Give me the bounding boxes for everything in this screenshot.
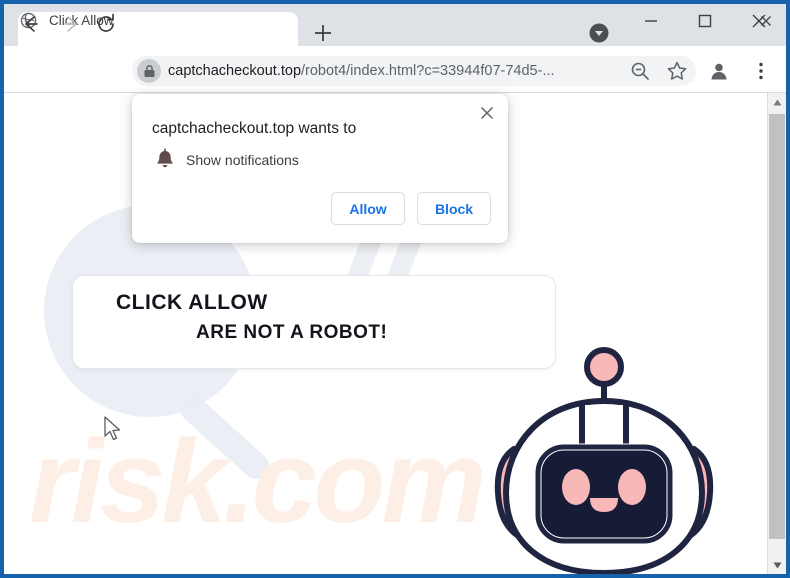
window-minimize-button[interactable] [634, 8, 668, 34]
window-close-button[interactable] [742, 8, 776, 34]
url-path: /robot4/index.html?c=33944f07-74d5-... [301, 63, 555, 79]
watermark-text: risk.com [29, 416, 486, 548]
address-bar-text: captchacheckout.top/robot4/index.html?c=… [168, 61, 555, 81]
scrollbar-up-arrow[interactable] [768, 93, 786, 111]
dialog-title: captchacheckout.top wants to [152, 120, 357, 137]
scrollbar-thumb[interactable] [769, 114, 785, 539]
allow-button[interactable]: Allow [331, 192, 405, 225]
zoom-out-icon[interactable] [629, 60, 651, 82]
profile-avatar-icon[interactable] [708, 60, 730, 82]
speech-bubble-tail [419, 365, 443, 399]
permission-item-label: Show notifications [186, 152, 299, 168]
star-icon[interactable] [666, 60, 688, 82]
mouse-cursor [103, 416, 123, 444]
block-button[interactable]: Block [417, 192, 491, 225]
dialog-close-icon[interactable] [476, 102, 498, 124]
tab-strip: Click Allow [4, 4, 786, 46]
download-indicator-icon[interactable] [588, 22, 610, 44]
url-domain: captchacheckout.top [168, 63, 302, 79]
bell-icon [154, 148, 176, 170]
window-maximize-button[interactable] [688, 8, 722, 34]
three-dot-menu-icon[interactable] [750, 60, 772, 82]
back-button[interactable] [16, 10, 44, 38]
browser-window-screenshot: Click Allow captchacheckout.top/robot4/i… [0, 0, 790, 578]
robot-mascot [474, 341, 734, 574]
new-tab-button[interactable] [310, 20, 336, 46]
scrollbar-down-arrow[interactable] [768, 556, 786, 574]
captcha-headline: CLICK ALLOW [116, 291, 268, 314]
reload-button[interactable] [92, 10, 120, 38]
notification-permission-dialog: captchacheckout.top wants to Show notifi… [132, 94, 508, 243]
lock-icon[interactable] [137, 59, 161, 83]
page-scrollbar[interactable] [767, 93, 786, 574]
captcha-subline: ARE NOT A ROBOT! [196, 322, 388, 343]
forward-button [58, 10, 86, 38]
